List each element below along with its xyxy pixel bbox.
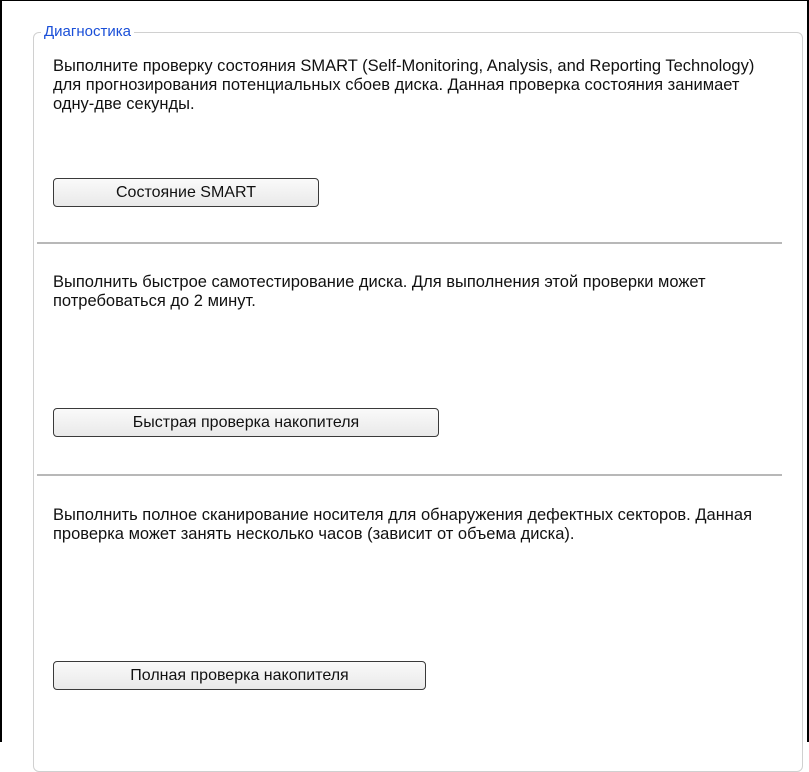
section-divider bbox=[37, 242, 782, 244]
diagnostics-legend: Диагностика bbox=[41, 22, 134, 42]
full-test-button[interactable]: Полная проверка накопителя bbox=[53, 661, 426, 690]
section-divider bbox=[37, 474, 782, 476]
quick-test-description: Выполнить быстрое самотестирование диска… bbox=[53, 273, 706, 310]
smart-status-button[interactable]: Состояние SMART bbox=[53, 178, 319, 207]
quick-test-button[interactable]: Быстрая проверка накопителя bbox=[53, 408, 439, 437]
full-test-description: Выполнить полное сканирование носителя д… bbox=[53, 506, 753, 543]
smart-description: Выполните проверку состояния SMART (Self… bbox=[53, 57, 755, 113]
